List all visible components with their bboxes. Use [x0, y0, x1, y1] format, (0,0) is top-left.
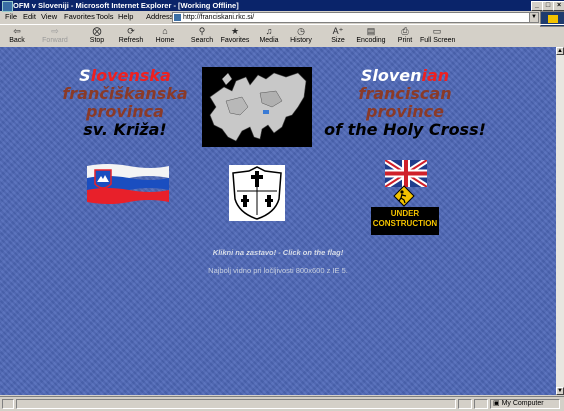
status-zone: ▣ My Computer — [490, 399, 560, 409]
europe-map — [202, 67, 312, 147]
windows-flag-icon — [548, 15, 558, 23]
media-button[interactable]: ♫ Media — [258, 26, 280, 45]
status-page-icon — [2, 399, 14, 409]
full-screen-button[interactable]: ▭ Full Screen — [420, 26, 455, 45]
vertical-scrollbar[interactable]: ▲ ▼ — [556, 47, 564, 395]
europe-map-graphic — [209, 72, 307, 142]
slovenian-flag-link[interactable] — [85, 162, 171, 206]
menu-help[interactable]: Help — [118, 11, 133, 23]
slovenian-flag-icon — [87, 164, 169, 204]
full-screen-icon: ▭ — [432, 26, 442, 36]
encoding-button[interactable]: ▤ Encoding — [356, 26, 386, 45]
page-icon — [174, 14, 181, 21]
heading-line-franciscan: franciscan — [358, 84, 452, 103]
heading-line-slovenian: Slovenian — [360, 66, 450, 85]
scroll-up-icon[interactable]: ▲ — [556, 47, 564, 55]
status-progress-pane — [458, 399, 472, 409]
coat-of-arms-graphic — [232, 166, 282, 220]
address-dropdown-icon[interactable]: ▼ — [529, 13, 538, 22]
menu-view[interactable]: View — [41, 11, 57, 23]
text-size-icon: A⁺ — [332, 26, 344, 36]
home-button[interactable]: ⌂ Home — [154, 26, 176, 45]
address-url[interactable]: http://franciskani.rkc.si/ — [183, 14, 254, 21]
media-icon: ♫ — [265, 26, 273, 36]
home-icon: ⌂ — [162, 26, 168, 36]
forward-button[interactable]: ⇨ Forward — [42, 26, 68, 45]
heading-line-holy-cross: of the Holy Cross! — [324, 120, 486, 139]
under-construction-text: UNDER CONSTRUCTION — [372, 209, 438, 228]
menu-file[interactable]: File — [5, 11, 17, 23]
refresh-button[interactable]: ⟳ Refresh — [117, 26, 145, 45]
address-bar[interactable]: http://franciskani.rkc.si/ ▼ — [172, 12, 539, 23]
stop-icon: ⨂ — [92, 26, 102, 36]
construction-sign-graphic — [393, 185, 415, 207]
stop-button[interactable]: ⨂ Stop — [87, 26, 107, 45]
heading-line-provinca: provinca — [86, 102, 164, 121]
scroll-down-icon[interactable]: ▼ — [556, 387, 564, 395]
heading-line-sv-kriza: sv. Križa! — [83, 120, 167, 139]
english-heading: Slovenian franciscan province of the Hol… — [312, 67, 498, 139]
encoding-icon: ▤ — [366, 26, 376, 36]
heading-line-franciskanska: frančiškanska — [62, 84, 188, 103]
construction-worker-icon — [393, 185, 415, 207]
status-zone-label: My Computer — [501, 400, 544, 407]
menu-edit[interactable]: Edit — [23, 11, 36, 23]
page-content: Slovenska frančiškanska provinca sv. Kri… — [0, 47, 556, 395]
history-icon: ◷ — [297, 26, 305, 36]
slovenia-marker — [263, 110, 269, 114]
size-button[interactable]: A⁺ Size — [328, 26, 348, 45]
favorites-icon: ★ — [230, 26, 240, 36]
heading-line-province: province — [366, 102, 444, 121]
british-flag-link[interactable] — [383, 157, 429, 190]
window-title: OFM v Sloveniji - Microsoft Internet Exp… — [13, 1, 239, 10]
close-button[interactable]: × — [553, 1, 564, 11]
refresh-icon: ⟳ — [127, 26, 135, 36]
computer-icon: ▣ — [493, 400, 502, 407]
back-button[interactable]: ⇦ Back — [6, 26, 28, 45]
under-construction-banner: UNDER CONSTRUCTION — [371, 207, 439, 235]
slovene-heading: Slovenska frančiškanska provinca sv. Kri… — [50, 67, 200, 139]
coat-of-arms — [229, 165, 285, 221]
search-button[interactable]: ⚲ Search — [190, 26, 214, 45]
menu-tools[interactable]: Tools — [96, 11, 114, 23]
british-flag-icon — [383, 157, 429, 190]
forward-arrow-icon: ⇨ — [51, 26, 59, 36]
toolbar: ⇦ Back ⇨ Forward ⨂ Stop ⟳ Refresh ⌂ Home ⚲ Sea… — [0, 24, 564, 48]
print-button[interactable]: ⎙ Print — [396, 26, 414, 45]
status-bar: ▣ My Computer — [0, 396, 564, 411]
title-bar: OFM v Sloveniji - Microsoft Internet Exp… — [0, 0, 564, 12]
address-label: Address — [146, 12, 174, 21]
print-icon: ⎙ — [401, 26, 409, 36]
status-security-pane — [474, 399, 488, 409]
status-message-pane — [16, 399, 456, 409]
click-flag-text: Klikni na zastavo! - Click on the flag! — [212, 248, 344, 257]
best-viewed-text: Najbolj vidno pri ločljivosti 800x600 z … — [208, 266, 348, 275]
menu-favorites[interactable]: Favorites — [64, 11, 95, 23]
back-arrow-icon: ⇦ — [13, 26, 21, 36]
heading-line-slovenska: Slovenska — [79, 66, 171, 85]
history-button[interactable]: ◷ History — [289, 26, 313, 45]
favorites-button[interactable]: ★ Favorites — [220, 26, 250, 45]
search-icon: ⚲ — [198, 26, 206, 36]
